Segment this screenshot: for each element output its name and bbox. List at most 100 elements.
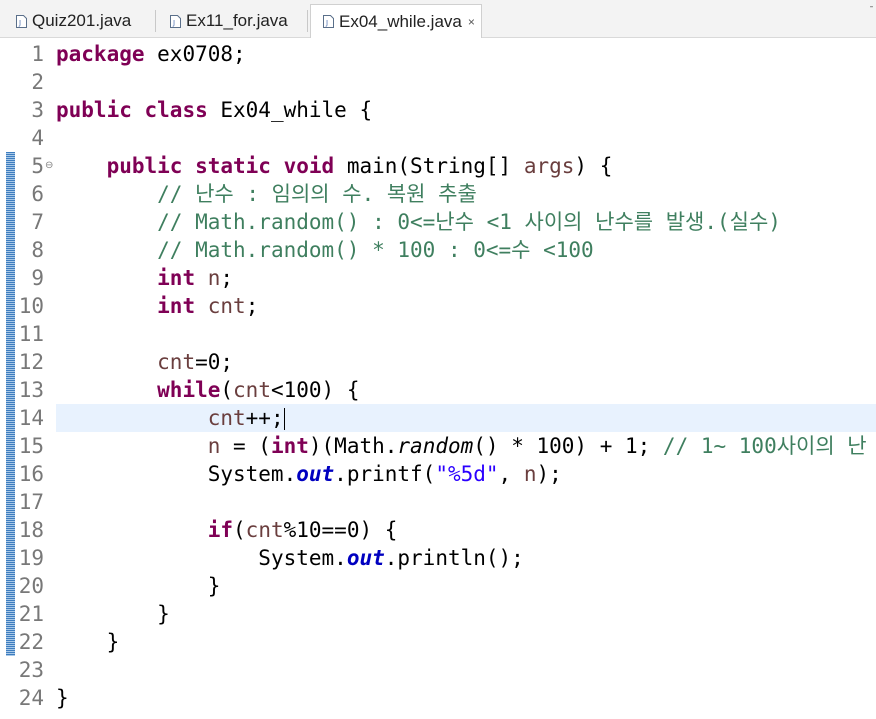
- code-text: if(cnt%10==0) {: [56, 516, 398, 544]
- code-line[interactable]: 20 }: [0, 572, 876, 600]
- code-token: .printf(: [334, 462, 436, 486]
- code-token: void: [283, 154, 335, 178]
- code-line[interactable]: 8 // Math.random() * 100 : 0<=수 <100: [0, 236, 876, 264]
- code-token: out: [346, 546, 385, 570]
- tab-label: Ex11_for.java: [186, 11, 288, 30]
- line-number: 9: [31, 266, 44, 290]
- java-editor-window: J Quiz201.java J Ex11_for.java J Ex04_wh…: [0, 0, 876, 719]
- code-line[interactable]: 13 while(cnt<100) {: [0, 376, 876, 404]
- line-number: 15: [18, 434, 44, 458]
- code-line[interactable]: 15 n = (int)(Math.random() * 100) + 1; /…: [0, 432, 876, 460]
- tab-label: Ex04_while.java: [339, 11, 462, 31]
- code-line[interactable]: 12 cnt=0;: [0, 348, 876, 376]
- code-line[interactable]: 22 }: [0, 628, 876, 656]
- code-token: System.: [207, 462, 297, 486]
- svg-text:J: J: [172, 19, 175, 27]
- code-line[interactable]: 11: [0, 320, 876, 348]
- code-line[interactable]: 7 // Math.random() : 0<=난수 <1 사이의 난수를 발생…: [0, 208, 876, 236]
- code-line[interactable]: 3 public class Ex04_while {: [0, 96, 876, 124]
- code-token: int: [157, 294, 196, 318]
- line-number: 14: [18, 406, 44, 430]
- line-number: 20: [18, 574, 44, 598]
- line-number: 4: [31, 126, 44, 150]
- svg-text:J: J: [325, 19, 328, 27]
- line-number: 5: [31, 154, 44, 178]
- code-text: }: [56, 572, 221, 600]
- code-token: package: [56, 42, 145, 66]
- line-number: 10: [18, 294, 44, 318]
- code-line[interactable]: 5 ⊖ public static void main(String[] args…: [0, 152, 876, 180]
- code-text: }: [56, 600, 170, 628]
- line-number: 11: [18, 322, 44, 346]
- line-number: 6: [31, 182, 44, 206]
- code-token: out: [296, 462, 335, 486]
- editor-tab-bar: J Quiz201.java J Ex11_for.java J Ex04_wh…: [0, 0, 876, 39]
- code-line[interactable]: 17: [0, 488, 876, 516]
- code-token: ,: [498, 462, 524, 486]
- code-token: args: [523, 154, 575, 178]
- code-text: cnt=0;: [56, 348, 233, 376]
- code-token: <100) {: [270, 378, 360, 402]
- java-file-icon: J: [323, 15, 334, 28]
- code-line[interactable]: 18 if(cnt%10==0) {: [0, 516, 876, 544]
- code-token: public: [106, 154, 183, 178]
- code-text: // 난수 : 임의의 수. 복원 추출: [56, 180, 477, 208]
- code-line[interactable]: 2: [0, 68, 876, 96]
- code-line[interactable]: 24}: [0, 684, 876, 712]
- line-number: 19: [18, 546, 44, 570]
- code-line[interactable]: 21 }: [0, 600, 876, 628]
- code-token: }: [56, 602, 170, 626]
- code-line[interactable]: 4: [0, 124, 876, 152]
- tab-ex04-while-java[interactable]: J Ex04_while.java ×: [310, 4, 482, 39]
- code-line[interactable]: 9 int n;: [0, 264, 876, 292]
- code-token: }: [56, 686, 69, 710]
- tab-ex11-for-java[interactable]: J Ex11_for.java: [158, 4, 306, 38]
- line-number: 16: [18, 462, 44, 486]
- code-token: cnt: [207, 294, 246, 318]
- code-token: public: [56, 98, 132, 122]
- code-line[interactable]: 10 int cnt;: [0, 292, 876, 320]
- code-line[interactable]: 1 package ex0708;: [0, 40, 876, 68]
- code-line[interactable]: 16 System.out.printf("%5d", n);: [0, 460, 876, 488]
- code-token: int: [270, 434, 309, 458]
- svg-text:J: J: [18, 19, 21, 27]
- minimize-icon[interactable]: ¯: [869, 6, 874, 17]
- tab-quiz201-java[interactable]: J Quiz201.java: [4, 4, 154, 38]
- code-token: main(String[]: [334, 154, 524, 178]
- code-token: System.: [258, 546, 347, 570]
- code-token: ++;: [245, 406, 284, 430]
- code-text: n = (int)(Math.random() * 100) + 1; // 1…: [56, 432, 867, 460]
- code-token: n: [207, 434, 221, 458]
- code-token: "%5d": [435, 462, 499, 486]
- code-text: }: [56, 628, 120, 656]
- java-file-icon: J: [16, 14, 27, 28]
- code-token: ex0708;: [144, 42, 246, 66]
- code-editor[interactable]: 1 package ex0708; 2 3 public class Ex04_whil…: [0, 38, 876, 719]
- code-token: cnt: [157, 350, 196, 374]
- code-token: // Math.random() * 100 : 0<=수 <100: [157, 238, 594, 262]
- line-number: 8: [31, 238, 44, 262]
- code-line[interactable]: 6 // 난수 : 임의의 수. 복원 추출: [0, 180, 876, 208]
- fold-collapse-icon[interactable]: ⊖: [45, 152, 53, 180]
- code-token: if: [207, 518, 234, 542]
- code-token: )(Math.: [308, 434, 398, 458]
- code-line[interactable]: 23: [0, 656, 876, 684]
- current-code-line[interactable]: 14 cnt++;: [19, 404, 876, 432]
- code-text: System.out.println();: [56, 544, 524, 572]
- close-icon[interactable]: ×: [468, 15, 475, 29]
- code-token: Ex04_while {: [207, 98, 373, 122]
- code-line[interactable]: 19 System.out.println();: [0, 544, 876, 572]
- code-text: package ex0708;: [56, 40, 246, 68]
